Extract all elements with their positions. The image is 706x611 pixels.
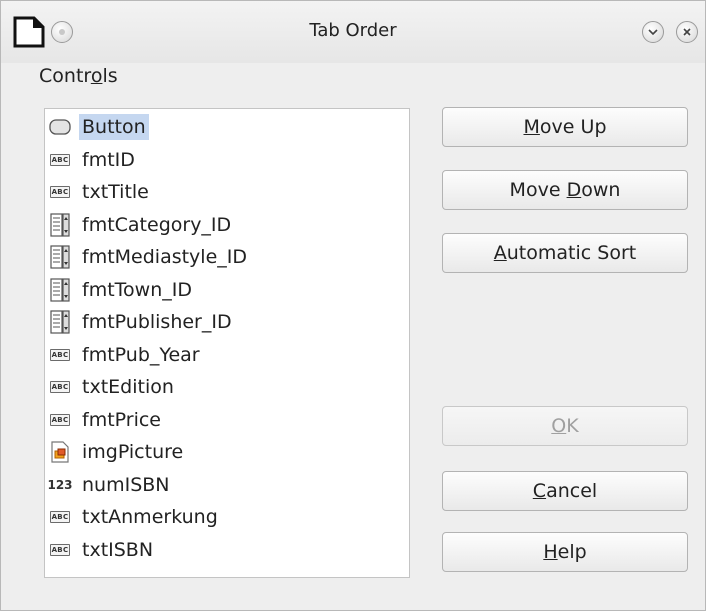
cancel-button[interactable]: Cancel xyxy=(442,471,688,511)
move-up-button[interactable]: Move Up xyxy=(442,107,688,147)
list-item-label: fmtID xyxy=(82,148,135,171)
text-field-icon: ABC xyxy=(50,413,70,426)
listbox-icon xyxy=(49,310,71,334)
automatic-sort-label: Automatic Sort xyxy=(493,242,637,264)
list-item-label: fmtPublisher_ID xyxy=(82,311,232,333)
ok-button[interactable]: OK xyxy=(442,406,688,446)
list-item[interactable]: ABC txtAnmerkung xyxy=(49,502,221,532)
help-button[interactable]: Help xyxy=(442,532,688,572)
text-field-icon: ABC xyxy=(50,153,70,166)
list-item[interactable]: fmtMediastyle_ID xyxy=(49,242,250,272)
numeric-field-icon: 123 xyxy=(47,477,73,492)
dialog-title: Tab Order xyxy=(309,20,397,41)
list-item-label: fmtPrice xyxy=(82,408,161,431)
list-item-label: txtISBN xyxy=(82,538,154,561)
listbox-icon xyxy=(49,277,71,302)
text-field-icon: ABC xyxy=(50,543,70,556)
ok-label: OK xyxy=(551,415,579,437)
controls-label: Controls xyxy=(39,65,118,87)
automatic-sort-button[interactable]: Automatic Sort xyxy=(442,233,688,273)
list-item[interactable]: fmtPublisher_ID xyxy=(49,307,235,337)
list-item-label: fmtPub_Year xyxy=(82,343,200,366)
list-item[interactable]: fmtCategory_ID xyxy=(49,210,234,240)
list-item[interactable]: fmtTown_ID xyxy=(49,275,195,305)
list-item[interactable]: ABC txtTitle xyxy=(49,177,152,207)
listbox-icon xyxy=(49,212,71,237)
list-item[interactable]: ABC txtEdition xyxy=(49,372,177,402)
list-item-label: txtTitle xyxy=(82,181,149,203)
move-down-button[interactable]: Move Down xyxy=(442,170,688,210)
controls-list[interactable]: Button ABC fmtID ABC txtTitle fmtCategory_IDf… xyxy=(44,108,410,578)
list-item[interactable]: 123 numISBN xyxy=(47,470,173,500)
list-item-label: Button xyxy=(79,114,149,140)
list-item[interactable]: ABC txtISBN xyxy=(49,535,156,565)
list-item[interactable]: imgPicture xyxy=(49,437,186,467)
list-item-label: txtAnmerkung xyxy=(82,506,218,528)
list-item-label: imgPicture xyxy=(82,441,184,463)
help-label: Help xyxy=(543,541,587,563)
text-field-icon: ABC xyxy=(50,381,70,393)
button-icon xyxy=(49,115,71,139)
text-field-icon: ABC xyxy=(50,348,70,361)
listbox-icon xyxy=(49,245,71,269)
move-up-label: Move Up xyxy=(523,116,607,138)
list-item-label: txtEdition xyxy=(82,376,174,398)
image-icon xyxy=(49,440,71,464)
list-item[interactable]: ABC fmtPrice xyxy=(49,405,164,435)
list-item-label: fmtMediastyle_ID xyxy=(82,246,248,268)
minimize-icon[interactable] xyxy=(642,21,664,43)
list-item[interactable]: ABC fmtPub_Year xyxy=(49,340,203,370)
list-item-label: numISBN xyxy=(82,473,170,496)
list-item-label: fmtCategory_ID xyxy=(82,213,232,236)
list-item-label: fmtTown_ID xyxy=(82,278,192,301)
text-field-icon: ABC xyxy=(50,511,70,523)
move-down-label: Move Down xyxy=(509,179,621,201)
title-bar[interactable]: Tab Order xyxy=(1,1,705,63)
cancel-label: Cancel xyxy=(532,480,598,502)
list-item[interactable]: ABC fmtID xyxy=(49,145,138,175)
close-icon[interactable] xyxy=(676,21,698,43)
tab-order-dialog: Tab Order Controls Button ABC fmtID ABC txtT… xyxy=(0,0,706,611)
text-field-icon: ABC xyxy=(50,186,70,198)
list-item[interactable]: Button xyxy=(49,112,149,142)
